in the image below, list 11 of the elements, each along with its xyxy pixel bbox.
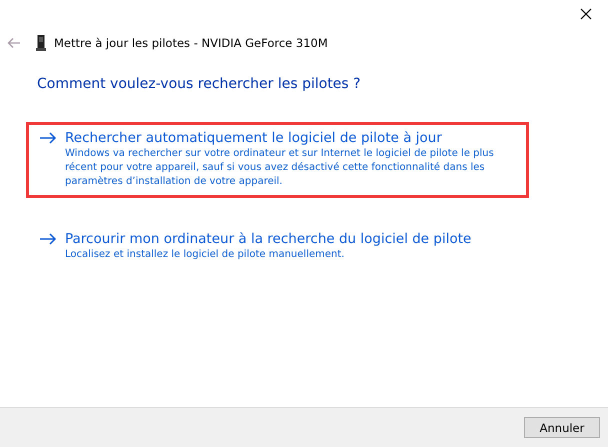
option-description: Windows va rechercher sur votre ordinateur et sur Internet le logiciel de pilote le plus récent pour votre appareil, sauf si vous avez désactivé cette fonctionnalité dans les paramètres d’installation de votre appareil. (64, 147, 495, 189)
option-link[interactable]: Parcourir mon ordinateur à la recherche du logiciel de pilote (65, 231, 472, 247)
arrow-icon (39, 233, 57, 245)
close-icon (580, 8, 592, 20)
arrow-icon (39, 132, 57, 144)
question-heading: Comment voulez-vous rechercher les pilotes ? (37, 76, 362, 92)
cancel-button[interactable]: Annuler (524, 417, 600, 438)
option-link[interactable]: Rechercher automatiquement le logiciel de pilote à jour (65, 130, 442, 146)
option-description: Localisez et installez le logiciel de pilote manuellement. (64, 248, 346, 262)
device-icon (36, 35, 46, 51)
window-title: Mettre à jour les pilotes - NVIDIA GeForce 310M (54, 36, 328, 50)
